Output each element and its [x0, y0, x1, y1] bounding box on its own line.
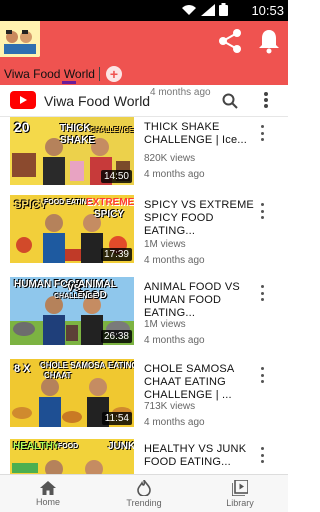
tab-indicator — [62, 81, 76, 84]
thumbnail-text: FOOD — [58, 443, 79, 450]
video-age: 4 months ago — [144, 335, 205, 346]
video-more-button[interactable] — [258, 285, 266, 301]
library-icon — [232, 479, 248, 496]
nav-home[interactable]: Home — [0, 475, 96, 512]
thumbnail-text: HEALTHY — [13, 441, 60, 452]
dot — [260, 131, 264, 135]
plus-icon: + — [109, 65, 119, 82]
video-duration: 26:38 — [100, 330, 132, 343]
home-icon — [40, 480, 56, 495]
nav-home-label: Home — [35, 496, 60, 507]
thumbnail-text: EXTREME — [86, 197, 134, 208]
video-age: 4 months ago — [144, 417, 205, 428]
more-vertical-icon — [260, 285, 264, 288]
dot — [260, 453, 264, 457]
add-tab-button[interactable]: + — [105, 65, 122, 82]
more-vertical-icon — [260, 447, 264, 450]
channel-avatar[interactable] — [0, 21, 40, 57]
status-icons — [181, 3, 228, 16]
dot — [260, 298, 264, 301]
video-title[interactable]: ANIMAL FOOD VS HUMAN FOOD EATING... — [144, 281, 256, 320]
cell-signal-icon — [201, 3, 215, 16]
bell-icon — [259, 30, 279, 54]
video-duration: 14:50 — [100, 170, 132, 183]
video-item[interactable]: HEALTHY FOOD JUNK HEALTHY VS JUNK FOOD E… — [0, 439, 288, 474]
thumbnail-text: 20 — [14, 119, 30, 135]
share-icon — [219, 29, 241, 53]
dot — [260, 460, 264, 463]
wifi-icon — [182, 4, 196, 15]
video-more-button[interactable] — [258, 203, 266, 219]
video-title[interactable]: CHOLE SAMOSA CHAAT EATING CHALLENGE | ..… — [144, 363, 256, 402]
video-thumbnail[interactable]: HUMAN FOOD VS ANIMAL FOOD CHALLENGE 26:3… — [10, 277, 134, 345]
previous-video-meta: 4 months ago — [150, 87, 211, 98]
video-thumbnail[interactable]: 8 X CHOLE SAMOSA CHAAT EATING 11:54 — [10, 359, 134, 427]
video-thumbnail[interactable]: SPICY FOOD EATING EXTREME SPICY 17:39 — [10, 195, 134, 263]
search-button[interactable] — [222, 93, 238, 114]
thumbnail-text: SHAKE — [60, 135, 96, 146]
more-vertical-icon — [264, 92, 268, 108]
video-title[interactable]: SPICY VS EXTREME SPICY FOOD EATING... — [144, 199, 256, 238]
video-list: 20 THICK SHAKE CHALLENGE 14:50 THICK SHA… — [0, 117, 288, 474]
video-views: 1M views — [144, 239, 186, 250]
thumbnail-text: SPICY — [94, 209, 125, 220]
dot — [260, 216, 264, 219]
thumbnail-text: FOOD EATING — [44, 199, 93, 206]
nav-library-label: Library — [226, 497, 254, 508]
nav-trending-label: Trending — [126, 497, 162, 508]
video-views: 713K views — [144, 401, 196, 412]
video-more-button[interactable] — [258, 447, 266, 463]
video-title[interactable]: THICK SHAKE CHALLENGE | Ice... — [144, 121, 256, 147]
bottom-navigation: Home Trending Library — [0, 474, 288, 512]
more-vertical-icon — [260, 125, 264, 128]
nav-library[interactable]: Library — [192, 475, 288, 512]
thumbnail-text: EATING — [108, 361, 134, 370]
dot — [260, 373, 264, 377]
video-views: 820K views — [144, 153, 196, 164]
dot — [260, 209, 264, 213]
video-age: 4 months ago — [144, 255, 205, 266]
video-duration: 11:54 — [101, 412, 132, 425]
video-thumbnail[interactable]: 20 THICK SHAKE CHALLENGE 14:50 — [10, 117, 134, 185]
thumbnail-text: THICK — [60, 123, 91, 134]
video-more-button[interactable] — [258, 125, 266, 141]
video-title[interactable]: HEALTHY VS JUNK FOOD EATING... — [144, 443, 256, 469]
thumbnail-text: SPICY — [14, 199, 48, 211]
dot — [260, 380, 264, 383]
thumbnail-text: CHAAT — [44, 371, 72, 380]
thumbnail-text: CHALLENGE — [90, 127, 134, 134]
youtube-logo-icon — [10, 91, 36, 109]
thumbnail-text: 8 X — [14, 363, 31, 375]
nav-trending[interactable]: Trending — [96, 475, 192, 512]
notifications-button[interactable] — [254, 25, 284, 57]
channel-name: Viwa Food World — [44, 93, 151, 109]
clock: 10:53 — [251, 3, 284, 18]
video-thumbnail[interactable]: HEALTHY FOOD JUNK — [10, 439, 134, 474]
search-icon — [222, 93, 238, 109]
video-duration: 17:39 — [100, 248, 132, 261]
youtube-top-bar: Viwa Food World 4 months ago — [0, 85, 288, 117]
video-item[interactable]: HUMAN FOOD VS ANIMAL FOOD CHALLENGE 26:3… — [0, 277, 288, 359]
video-item[interactable]: 8 X CHOLE SAMOSA CHAAT EATING 11:54 CHOL… — [0, 359, 288, 441]
video-age: 4 months ago — [144, 169, 205, 180]
video-more-button[interactable] — [258, 367, 266, 383]
dot — [260, 291, 264, 295]
battery-icon — [219, 3, 228, 16]
share-button[interactable] — [214, 25, 246, 57]
thumbnail-text: CHALLENGE — [54, 293, 98, 300]
tab-channel[interactable]: Viwa Food World — [4, 66, 100, 81]
more-vertical-icon — [260, 203, 264, 206]
video-item[interactable]: 20 THICK SHAKE CHALLENGE 14:50 THICK SHA… — [0, 117, 288, 199]
video-item[interactable]: SPICY FOOD EATING EXTREME SPICY 17:39 SP… — [0, 195, 288, 277]
thumbnail-text: JUNK — [108, 441, 134, 452]
status-bar: 10:53 — [0, 0, 288, 21]
thumbnail-text: CHOLE SAMOSA — [40, 361, 106, 370]
more-options-button[interactable] — [263, 91, 269, 114]
flame-icon — [137, 479, 151, 496]
video-views: 1M views — [144, 319, 186, 330]
channel-tab-strip: Viwa Food World + — [0, 62, 288, 85]
dot — [260, 138, 264, 141]
more-vertical-icon — [260, 367, 264, 370]
